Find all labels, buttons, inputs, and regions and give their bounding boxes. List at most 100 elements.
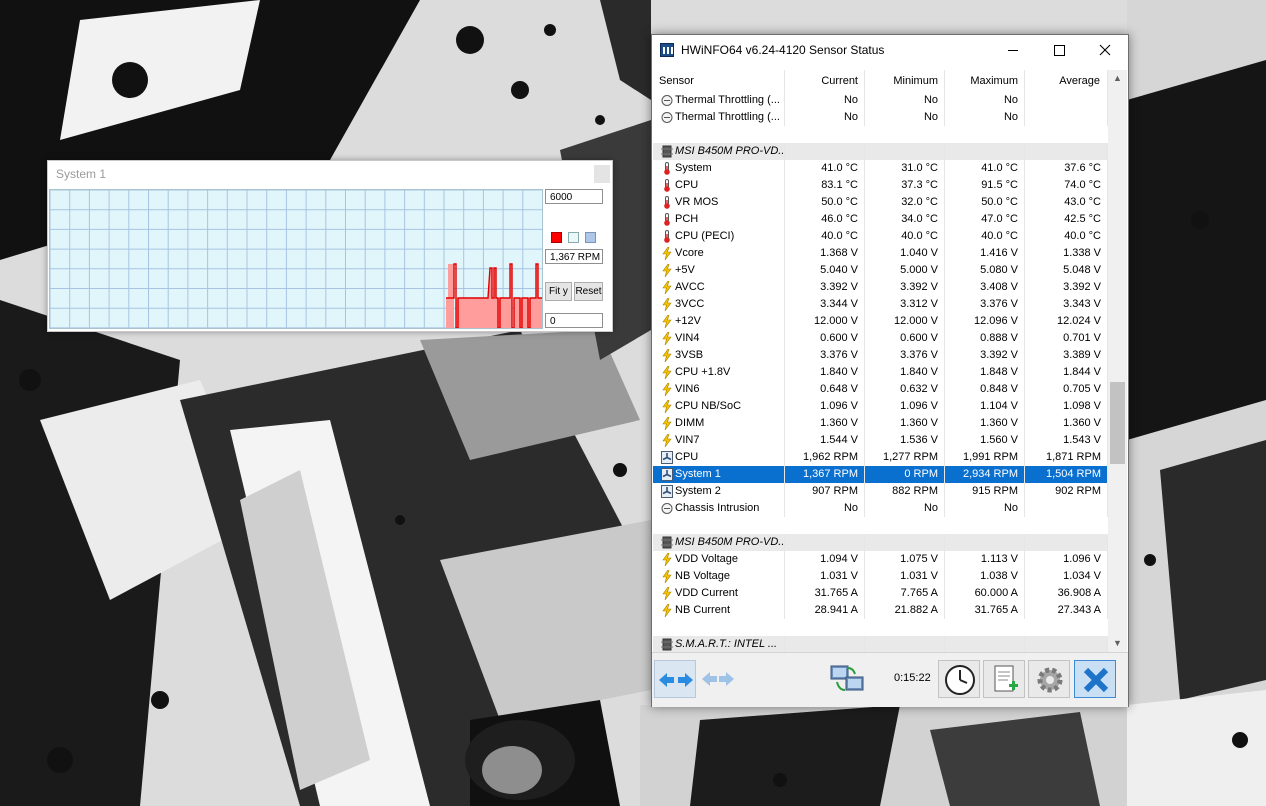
sensor-group-row[interactable]: MSI B450M PRO-VD... <box>653 143 1108 160</box>
minimize-button[interactable] <box>990 35 1036 66</box>
sensor-name: VDD Voltage <box>675 553 738 565</box>
maximize-button[interactable] <box>1036 35 1082 66</box>
sensor-table-body[interactable]: Thermal Throttling (... No No No Thermal Thr… <box>653 92 1108 652</box>
sensor-row[interactable]: Thermal Throttling (... No No No <box>653 92 1108 109</box>
sensor-row[interactable]: +5V 5.040 V 5.000 V 5.080 V 5.048 V <box>653 262 1108 279</box>
voltage-bolt-icon <box>662 281 672 294</box>
sensor-current-value: 0.600 V <box>785 330 865 347</box>
sensor-name-cell: +5V <box>653 262 785 279</box>
scroll-up-arrow-icon[interactable]: ▲ <box>1108 70 1127 87</box>
sensor-name-cell: System 1 <box>653 466 785 483</box>
settings-button[interactable] <box>1028 660 1070 698</box>
sensor-row[interactable]: Chassis Intrusion No No No <box>653 500 1108 517</box>
column-header-sensor[interactable]: Sensor <box>653 70 785 92</box>
network-button[interactable] <box>827 660 867 698</box>
sensor-row[interactable]: VDD Current 31.765 A 7.765 A 60.000 A 36.908… <box>653 585 1108 602</box>
window-titlebar[interactable]: HWiNFO64 v6.24-4120 Sensor Status <box>652 35 1128 66</box>
sensor-row[interactable]: AVCC 3.392 V 3.392 V 3.408 V 3.392 V <box>653 279 1108 296</box>
sensor-row[interactable]: +12V 12.000 V 12.000 V 12.096 V 12.024 V <box>653 313 1108 330</box>
sensor-row[interactable]: 3VSB 3.376 V 3.376 V 3.392 V 3.389 V <box>653 347 1108 364</box>
sensor-maximum-value: 3.408 V <box>945 279 1025 296</box>
graph-close-button[interactable] <box>594 165 610 183</box>
sensor-minimum-value: 32.0 °C <box>865 194 945 211</box>
column-header-current[interactable]: Current <box>785 70 865 92</box>
thermometer-icon <box>664 213 670 226</box>
sensor-row[interactable]: VIN4 0.600 V 0.600 V 0.888 V 0.701 V <box>653 330 1108 347</box>
sensor-maximum-value: 3.392 V <box>945 347 1025 364</box>
sensor-current-value: 50.0 °C <box>785 194 865 211</box>
sensor-row[interactable]: VDD Voltage 1.094 V 1.075 V 1.113 V 1.096 V <box>653 551 1108 568</box>
line-color-swatch[interactable] <box>551 232 562 243</box>
sensor-current-value: 1.360 V <box>785 415 865 432</box>
vertical-scrollbar[interactable]: ▲ ▼ <box>1108 70 1127 652</box>
grid-color-swatch[interactable] <box>585 232 596 243</box>
fit-y-button[interactable]: Fit y <box>545 282 572 301</box>
navigate-sensors-button[interactable] <box>654 660 696 698</box>
sensor-current-value <box>785 534 865 551</box>
voltage-bolt-icon <box>662 298 672 311</box>
sensor-current-value: 1.840 V <box>785 364 865 381</box>
sensor-row[interactable]: 3VCC 3.344 V 3.312 V 3.376 V 3.343 V <box>653 296 1108 313</box>
reset-button[interactable]: Reset <box>574 282 603 301</box>
fan-icon <box>661 485 673 498</box>
sensor-row[interactable]: NB Current 28.941 A 21.882 A 31.765 A 27.343… <box>653 602 1108 619</box>
sensor-row[interactable]: CPU (PECI) 40.0 °C 40.0 °C 40.0 °C 40.0 °C <box>653 228 1108 245</box>
sensor-maximum-value: 3.376 V <box>945 296 1025 313</box>
background-color-swatch[interactable] <box>568 232 579 243</box>
sensor-row[interactable]: CPU 1,962 RPM 1,277 RPM 1,991 RPM 1,871 RPM <box>653 449 1108 466</box>
column-header-maximum[interactable]: Maximum <box>945 70 1025 92</box>
graph-fill-d <box>520 298 528 328</box>
sensor-name: 3VSB <box>675 349 704 361</box>
logging-button[interactable] <box>983 660 1025 698</box>
voltage-bolt-icon <box>662 587 672 600</box>
sensor-row[interactable]: DIMM 1.360 V 1.360 V 1.360 V 1.360 V <box>653 415 1108 432</box>
sensor-maximum-value: 5.080 V <box>945 262 1025 279</box>
reset-timer-button[interactable] <box>938 660 980 698</box>
sensor-current-value: No <box>785 92 865 109</box>
sensor-row[interactable]: Thermal Throttling (... No No No <box>653 109 1108 126</box>
log-file-add-icon <box>994 665 1018 692</box>
gear-icon <box>1037 667 1063 693</box>
graph-max-field[interactable]: 6000 <box>545 189 603 204</box>
navigate-sensors-disabled-button[interactable] <box>698 660 738 698</box>
elapsed-time: 0:15:22 <box>894 672 931 684</box>
close-sensors-button[interactable] <box>1074 660 1116 698</box>
sensor-current-value: 31.765 A <box>785 585 865 602</box>
hwinfo-sensor-window[interactable]: HWiNFO64 v6.24-4120 Sensor Status Sensor… <box>651 34 1129 707</box>
sensor-group-row[interactable]: MSI B450M PRO-VD... <box>653 534 1108 551</box>
sensor-current-value: 3.392 V <box>785 279 865 296</box>
sensor-row[interactable]: System 1 1,367 RPM 0 RPM 2,934 RPM 1,504 RPM <box>653 466 1108 483</box>
sensor-row[interactable]: System 41.0 °C 31.0 °C 41.0 °C 37.6 °C <box>653 160 1108 177</box>
sensor-current-value: 1,367 RPM <box>785 466 865 483</box>
sensor-minimum-value: 37.3 °C <box>865 177 945 194</box>
sensor-row[interactable]: CPU 83.1 °C 37.3 °C 91.5 °C 74.0 °C <box>653 177 1108 194</box>
graph-titlebar[interactable]: System 1 <box>48 161 612 187</box>
minimize-icon <box>1008 50 1018 51</box>
sensor-name-cell: CPU <box>653 449 785 466</box>
sensor-row[interactable]: NB Voltage 1.031 V 1.031 V 1.038 V 1.034 V <box>653 568 1108 585</box>
sensor-row[interactable]: VR MOS 50.0 °C 32.0 °C 50.0 °C 43.0 °C <box>653 194 1108 211</box>
column-header-minimum[interactable]: Minimum <box>865 70 945 92</box>
sensor-graph-window[interactable]: System 1 6000 1,367 RPM Fit y Reset 0 <box>47 160 613 332</box>
sensor-name: VR MOS <box>675 196 719 208</box>
sensor-maximum-value: 1.113 V <box>945 551 1025 568</box>
scroll-down-arrow-icon[interactable]: ▼ <box>1108 635 1127 652</box>
column-header-average[interactable]: Average <box>1025 70 1108 92</box>
sensor-group-row[interactable]: S.M.A.R.T.: INTEL ... <box>653 636 1108 652</box>
sensor-row[interactable]: System 2 907 RPM 882 RPM 915 RPM 902 RPM <box>653 483 1108 500</box>
sensor-name-cell: NB Current <box>653 602 785 619</box>
sensor-row[interactable]: Vcore 1.368 V 1.040 V 1.416 V 1.338 V <box>653 245 1108 262</box>
voltage-bolt-icon <box>662 400 672 413</box>
close-button[interactable] <box>1082 35 1128 66</box>
sensor-maximum-value: 0.848 V <box>945 381 1025 398</box>
sensor-row[interactable]: CPU +1.8V 1.840 V 1.840 V 1.848 V 1.844 V <box>653 364 1108 381</box>
graph-min-field[interactable]: 0 <box>545 313 603 328</box>
sensor-average-value: 1.096 V <box>1025 551 1108 568</box>
sensor-current-value: No <box>785 500 865 517</box>
scrollbar-thumb[interactable] <box>1110 382 1125 464</box>
sensor-row[interactable]: PCH 46.0 °C 34.0 °C 47.0 °C 42.5 °C <box>653 211 1108 228</box>
sensor-row[interactable]: VIN7 1.544 V 1.536 V 1.560 V 1.543 V <box>653 432 1108 449</box>
sensor-row[interactable]: VIN6 0.648 V 0.632 V 0.848 V 0.705 V <box>653 381 1108 398</box>
sensor-row[interactable]: CPU NB/SoC 1.096 V 1.096 V 1.104 V 1.098 V <box>653 398 1108 415</box>
sensor-name-cell: VIN6 <box>653 381 785 398</box>
